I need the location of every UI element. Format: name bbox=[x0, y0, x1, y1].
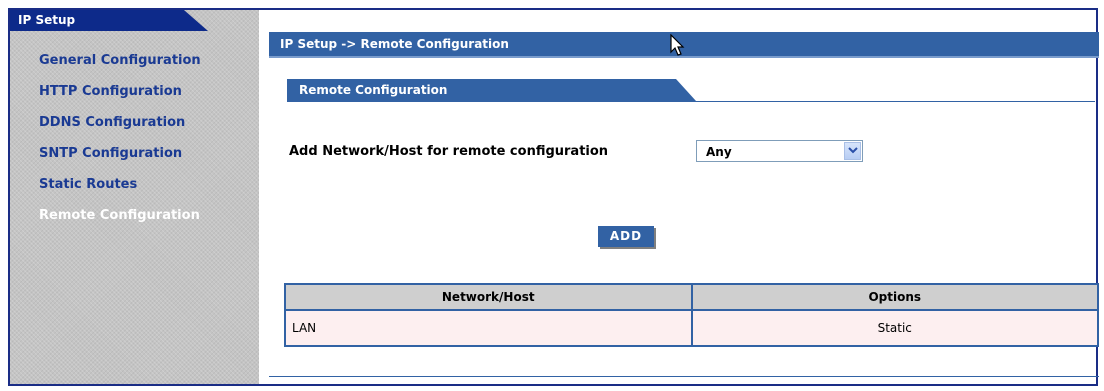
network-host-select-value: Any bbox=[706, 145, 732, 159]
section-tab: Remote Configuration bbox=[287, 79, 696, 101]
sidebar-header-tab[interactable]: IP Setup bbox=[10, 10, 208, 31]
sidebar: IP Setup General Configuration HTTP Conf… bbox=[10, 10, 259, 384]
bottom-divider bbox=[269, 376, 1099, 377]
mouse-pointer-icon bbox=[670, 34, 685, 56]
network-host-select[interactable]: Any bbox=[696, 140, 863, 162]
column-header-network-host: Network/Host bbox=[284, 283, 693, 311]
cell-network-host: LAN bbox=[284, 309, 693, 347]
chevron-down-icon[interactable] bbox=[844, 142, 861, 160]
cell-options: Static bbox=[690, 309, 1099, 347]
app-frame: IP Setup General Configuration HTTP Conf… bbox=[8, 8, 1099, 386]
sidebar-item-remote-configuration[interactable]: Remote Configuration bbox=[39, 208, 200, 223]
column-header-options: Options bbox=[690, 283, 1099, 311]
main-content: IP Setup -> Remote Configuration Remote … bbox=[259, 10, 1099, 384]
sidebar-item-ddns-configuration[interactable]: DDNS Configuration bbox=[39, 115, 185, 130]
sidebar-item-static-routes[interactable]: Static Routes bbox=[39, 177, 137, 192]
remote-config-table: Network/Host Options LAN Static bbox=[284, 283, 1099, 347]
sidebar-item-sntp-configuration[interactable]: SNTP Configuration bbox=[39, 146, 182, 161]
network-host-label: Add Network/Host for remote configuratio… bbox=[289, 144, 609, 159]
table-row[interactable]: LAN Static bbox=[284, 309, 1099, 347]
table-header-row: Network/Host Options bbox=[284, 283, 1099, 311]
section-title: Remote Configuration bbox=[299, 83, 448, 97]
section-divider bbox=[287, 101, 1095, 102]
breadcrumb: IP Setup -> Remote Configuration bbox=[280, 37, 509, 51]
sidebar-item-http-configuration[interactable]: HTTP Configuration bbox=[39, 84, 182, 99]
add-button[interactable]: ADD bbox=[598, 226, 654, 247]
sidebar-header-label: IP Setup bbox=[18, 13, 76, 27]
sidebar-item-general-configuration[interactable]: General Configuration bbox=[39, 53, 201, 68]
